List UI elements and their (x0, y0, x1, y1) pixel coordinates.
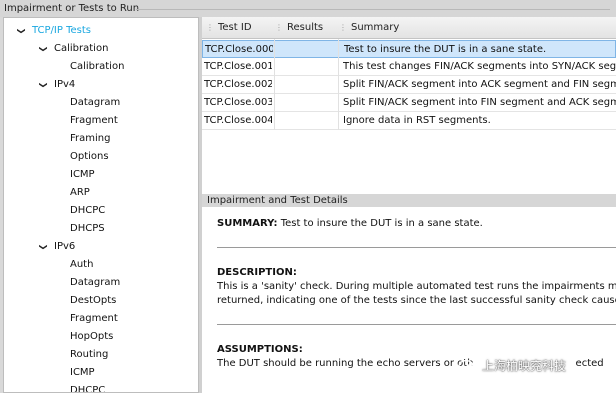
watermark-text: 上海柏映兖科技 (482, 359, 567, 373)
panel-title-text: Impairment or Tests to Run (4, 3, 140, 14)
test-table[interactable]: ⋮ Test ID ⋮ Results ⋮ Summary TCP.Close.000… (202, 17, 616, 194)
table-row[interactable]: TCP.Close.003 Split FIN/ACK segment into … (202, 94, 616, 112)
tree-item-label: Datagram (70, 277, 121, 288)
test-id-cell: TCP.Close.002 (204, 79, 272, 90)
column-label: Results (287, 22, 324, 33)
tree-item-label: Calibration (54, 43, 109, 54)
summary-cell: This test changes FIN/ACK segments into … (343, 61, 616, 72)
tree-item-label: Datagram (70, 97, 121, 108)
tree-item-label: DestOpts (70, 295, 117, 306)
description-label: DESCRIPTION: (217, 267, 297, 278)
tree-item[interactable]: Fragment (54, 112, 118, 130)
column-grip-icon: ⋮ (339, 23, 347, 32)
tree-item-label: IPv4 (54, 79, 76, 90)
test-id-cell: TCP.Close.004 (204, 115, 272, 126)
table-row[interactable]: TCP.Close.001 This test changes FIN/ACK s… (202, 58, 616, 76)
column-divider (338, 39, 339, 130)
tree-item[interactable]: Routing (54, 346, 108, 364)
tree-item-label: DHCPC (70, 205, 106, 216)
tree-item[interactable]: Fragment (54, 310, 118, 328)
tree-item[interactable]: ARP (54, 184, 90, 202)
test-id-cell: TCP.Close.003 (204, 97, 272, 108)
summary-cell: Split FIN/ACK segment into FIN segment a… (343, 97, 616, 108)
summary-cell: Test to insure the DUT is in a sane stat… (344, 44, 547, 55)
summary-text: Test to insure the DUT is in a sane stat… (280, 218, 483, 229)
details-title: Impairment and Test Details (202, 194, 616, 207)
chevron-down-icon[interactable]: ❯ (34, 242, 52, 252)
column-label: Summary (351, 22, 400, 33)
tree-item[interactable]: Datagram (54, 274, 120, 292)
tree-item[interactable]: ICMP (54, 364, 95, 382)
tree-item-label: ICMP (70, 367, 95, 378)
tree-item-label: Fragment (70, 313, 118, 324)
chevron-down-icon[interactable]: ❯ (34, 80, 52, 90)
tree-item[interactable]: ICMP (54, 166, 95, 184)
assumptions-label: ASSUMPTIONS: (217, 344, 303, 355)
summary-label: SUMMARY: (217, 218, 278, 229)
tree-item[interactable]: Datagram (54, 94, 120, 112)
test-id-cell: TCP.Close.001 (204, 61, 272, 72)
chevron-down-icon[interactable]: ❯ (12, 26, 30, 36)
result-cell (276, 94, 336, 111)
tree-item-label: ARP (70, 187, 90, 198)
assumptions-text: The DUT should be running the echo serve… (217, 358, 474, 369)
chevron-down-icon[interactable]: ❯ (34, 44, 52, 54)
tree-item[interactable]: DHCPS (54, 220, 105, 238)
tree-item-label: DHCPC (70, 385, 106, 393)
tree-item-label: Options (70, 151, 109, 162)
tree-item-label: HopOpts (70, 331, 114, 342)
result-cell (276, 76, 336, 93)
tree-item-label: Framing (70, 133, 111, 144)
title-divider (136, 9, 610, 10)
tree-item[interactable]: Options (54, 148, 109, 166)
table-row[interactable]: TCP.Close.000 Test to insure the DUT is i… (202, 40, 616, 58)
tree-item-label: IPv6 (54, 241, 76, 252)
table-empty-area (202, 130, 616, 194)
wechat-icon (458, 359, 478, 374)
column-grip-icon: ⋮ (275, 23, 283, 32)
result-cell (276, 112, 336, 129)
column-header-summary[interactable]: ⋮ Summary (339, 17, 459, 39)
summary-cell: Split FIN/ACK segment into ACK segment a… (343, 79, 616, 90)
tree-item[interactable]: Calibration (54, 58, 124, 76)
tree-item-label: TCP/IP Tests (32, 25, 91, 36)
tree-item[interactable]: DHCPC (54, 382, 106, 393)
column-header-test-id[interactable]: ⋮ Test ID (206, 17, 266, 39)
tree-item[interactable]: ❯ IPv4 (38, 76, 75, 94)
tree-item-label: ICMP (70, 169, 95, 180)
summary-section: SUMMARY: Test to insure the DUT is in a … (217, 217, 616, 231)
description-line: returned, indicating one of the tests si… (217, 295, 616, 306)
tree-item[interactable]: ❯ Calibration (38, 40, 108, 58)
tree-item-label: Calibration (70, 61, 125, 72)
tree-item[interactable]: Auth (54, 256, 93, 274)
divider (217, 247, 616, 248)
tree-item[interactable]: Framing (54, 130, 110, 148)
panel-title: Impairment or Tests to Run (0, 0, 616, 17)
description-label-row: DESCRIPTION: (217, 266, 616, 280)
tree-item[interactable]: ❯ TCP/IP Tests (16, 22, 91, 40)
table-row[interactable]: TCP.Close.002 Split FIN/ACK segment into … (202, 76, 616, 94)
description-line: This is a 'sanity' check. During multipl… (217, 281, 616, 292)
tree-item-label: Fragment (70, 115, 118, 126)
column-header-results[interactable]: ⋮ Results (275, 17, 335, 39)
result-cell (276, 58, 336, 75)
tree-item[interactable]: DHCPC (54, 202, 105, 220)
tree-item-label: Auth (70, 259, 94, 270)
tree-item[interactable]: HopOpts (54, 328, 113, 346)
column-grip-icon: ⋮ (206, 23, 214, 32)
divider (217, 324, 616, 325)
column-divider (274, 39, 275, 130)
result-cell (277, 41, 337, 58)
watermark: 上海柏映兖科技 (458, 355, 608, 377)
summary-cell: Ignore data in RST segments. (343, 115, 491, 126)
table-header: ⋮ Test ID ⋮ Results ⋮ Summary (202, 17, 616, 39)
column-label: Test ID (218, 22, 252, 33)
tree-item[interactable]: DestOpts (54, 292, 116, 310)
test-id-cell: TCP.Close.000 (205, 44, 273, 55)
tree-item-label: DHCPS (70, 223, 105, 234)
table-row[interactable]: TCP.Close.004 Ignore data in RST segments… (202, 112, 616, 130)
tree-item-label: Routing (70, 349, 109, 360)
tree-item[interactable]: ❯ IPv6 (38, 238, 75, 256)
test-tree[interactable]: ❯ TCP/IP Tests ❯ Calibration Calibration ❯ IPv… (3, 17, 199, 393)
